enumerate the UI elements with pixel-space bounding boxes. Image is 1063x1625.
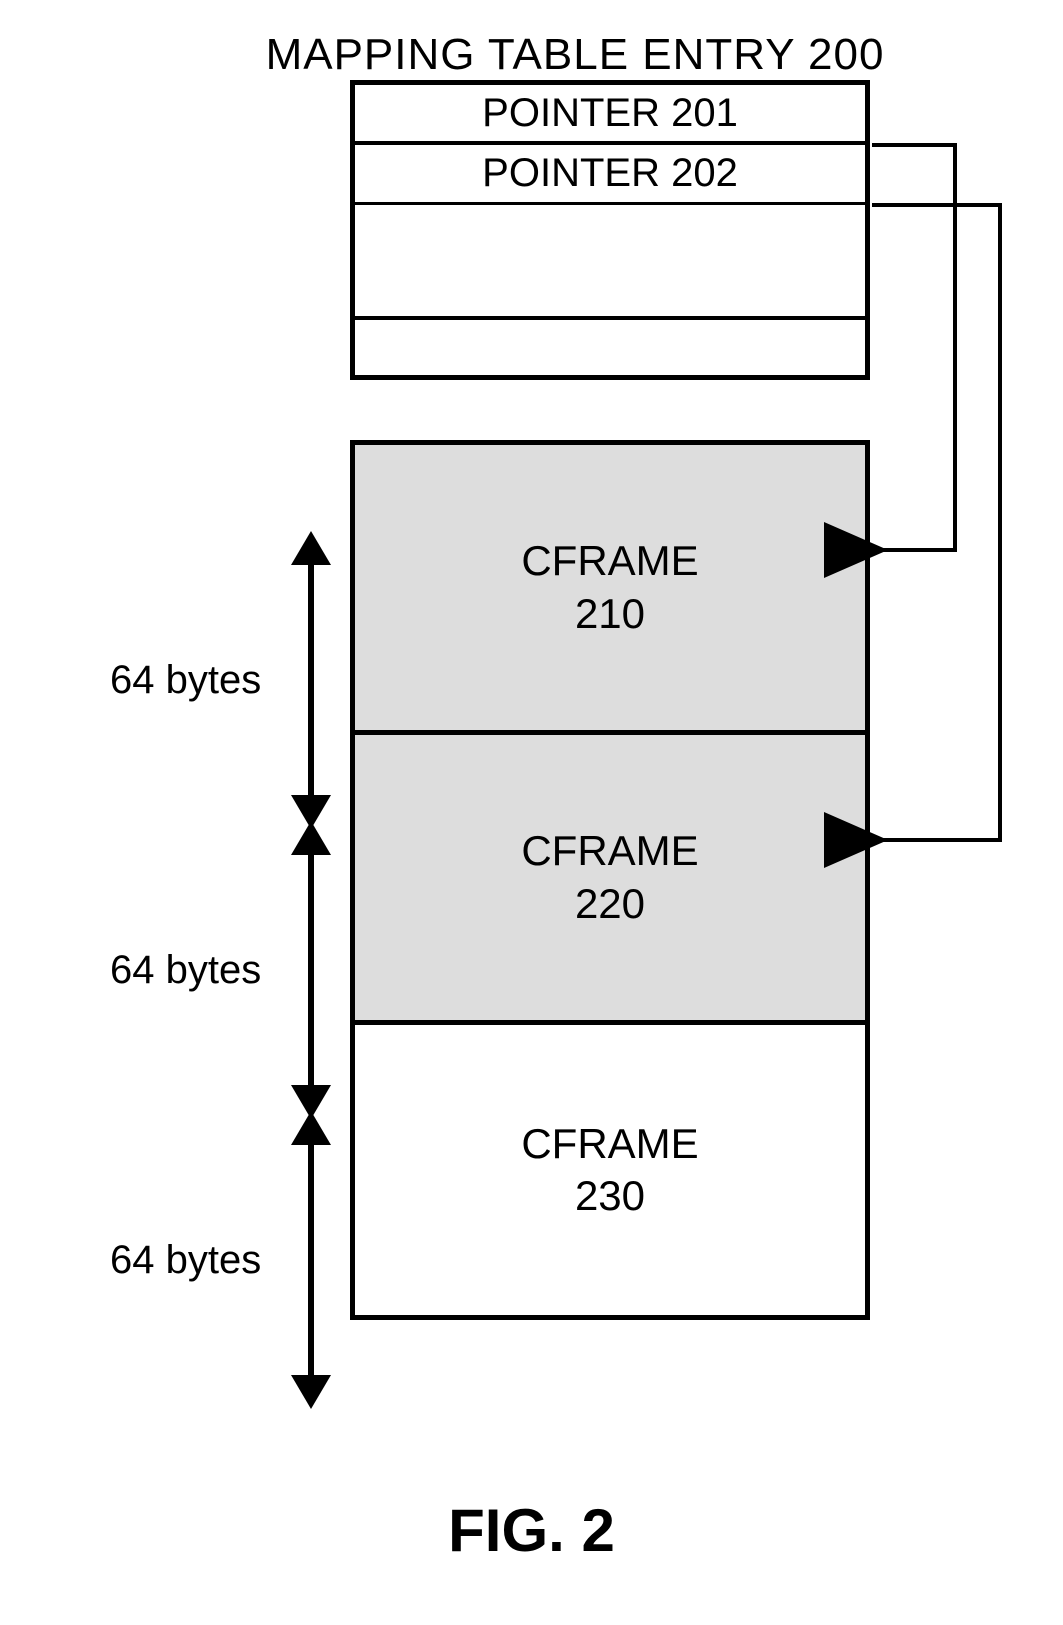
- arrow-line-icon: [308, 845, 314, 1095]
- arrow-line-icon: [308, 555, 314, 805]
- cframe-220: CFRAME 220: [355, 735, 865, 1025]
- table-empty-row: [355, 320, 865, 375]
- size-label: 64 bytes: [110, 658, 290, 703]
- cframe-id: 220: [575, 878, 645, 931]
- arrowhead-up-icon: [291, 821, 331, 855]
- cframe-230: CFRAME 230: [355, 1025, 865, 1315]
- diagram-title: MAPPING TABLE ENTRY 200: [250, 30, 900, 80]
- cframe-stack: CFRAME 210 CFRAME 220 CFRAME 230: [350, 440, 870, 1320]
- figure-caption: FIG. 2: [0, 1496, 1063, 1565]
- cframe-label: CFRAME: [521, 825, 698, 878]
- size-indicator-column: 64 bytes 64 bytes 64 bytes: [110, 535, 330, 1405]
- cframe-210: CFRAME 210: [355, 445, 865, 735]
- pointer-arrow-201: [872, 145, 955, 550]
- cframe-label: CFRAME: [521, 1118, 698, 1171]
- table-empty-row: [355, 205, 865, 320]
- pointer-row-201: POINTER 201: [355, 85, 865, 145]
- size-arrow-230: 64 bytes: [110, 1115, 330, 1405]
- cframe-id: 230: [575, 1170, 645, 1223]
- mapping-table-entry: POINTER 201 POINTER 202: [350, 80, 870, 380]
- arrowhead-up-icon: [291, 531, 331, 565]
- pointer-arrow-202: [872, 205, 1000, 840]
- size-arrow-220: 64 bytes: [110, 825, 330, 1115]
- size-arrow-210: 64 bytes: [110, 535, 330, 825]
- size-label: 64 bytes: [110, 1238, 290, 1283]
- pointer-row-202: POINTER 202: [355, 145, 865, 205]
- cframe-label: CFRAME: [521, 535, 698, 588]
- arrowhead-down-icon: [291, 1375, 331, 1409]
- arrow-line-icon: [308, 1135, 314, 1385]
- cframe-id: 210: [575, 588, 645, 641]
- size-label: 64 bytes: [110, 948, 290, 993]
- arrowhead-up-icon: [291, 1111, 331, 1145]
